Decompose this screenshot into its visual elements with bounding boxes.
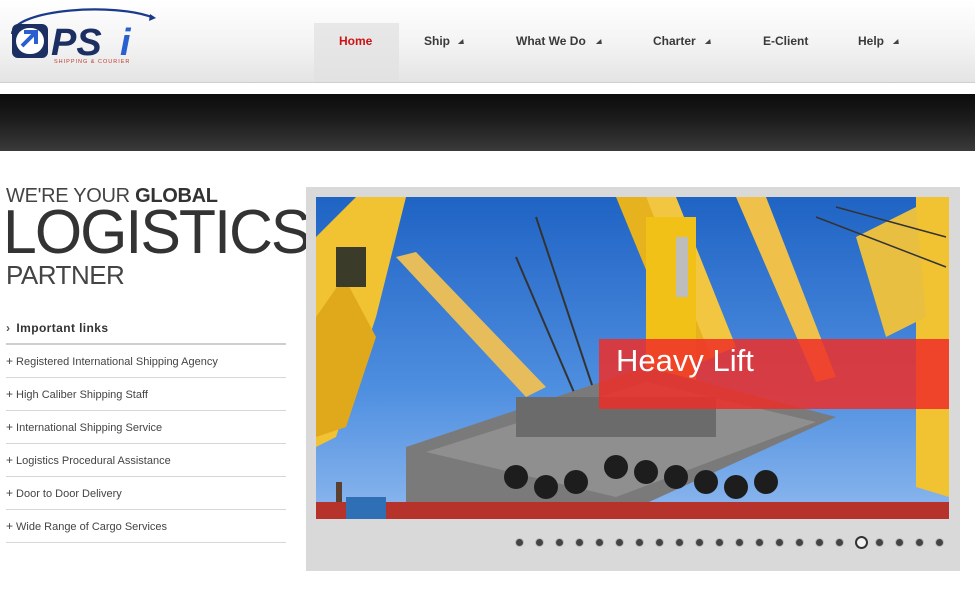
nav-ship[interactable]: Ship: [412, 23, 482, 82]
plus-icon: +: [6, 519, 14, 533]
link-item[interactable]: + International Shipping Service: [6, 411, 286, 444]
logo-tagline: SHIPPING & COURIER: [54, 59, 130, 65]
link-label: Wide Range of Cargo Services: [16, 521, 168, 533]
slider-dot[interactable]: [636, 539, 643, 546]
slider-dot[interactable]: [736, 539, 743, 546]
plus-icon: +: [6, 387, 14, 401]
link-item[interactable]: + Registered International Shipping Agenc…: [6, 345, 286, 378]
link-item[interactable]: + Logistics Procedural Assistance: [6, 444, 286, 477]
slider-dot[interactable]: [776, 539, 783, 546]
link-item[interactable]: + Wide Range of Cargo Services: [6, 510, 286, 543]
links-heading: › Important links: [6, 316, 286, 345]
link-label: Logistics Procedural Assistance: [16, 455, 171, 467]
slider-dot[interactable]: [716, 539, 723, 546]
slider-dot[interactable]: [616, 539, 623, 546]
nav-e-client[interactable]: E-Client: [751, 23, 831, 82]
link-label: High Caliber Shipping Staff: [16, 389, 148, 401]
dropdown-arrow-icon: [595, 39, 605, 44]
slider-dot[interactable]: [936, 539, 943, 546]
dropdown-arrow-icon: [457, 39, 467, 44]
nav-what-we-do-label: What We Do: [516, 34, 586, 48]
slide-caption: Heavy Lift: [616, 343, 754, 378]
slider-dot[interactable]: [916, 539, 923, 546]
important-links: › Important links + Registered Internation…: [6, 316, 286, 543]
nav-what-we-do[interactable]: What We Do: [504, 23, 614, 82]
tagline-partner: PARTNER: [6, 260, 125, 290]
slider-dot[interactable]: [576, 539, 583, 546]
slider-dot-active[interactable]: [855, 536, 868, 549]
slider-dot[interactable]: [816, 539, 823, 546]
slider-dot[interactable]: [536, 539, 543, 546]
link-item[interactable]: + Door to Door Delivery: [6, 477, 286, 510]
nav-home-label: Home: [339, 34, 373, 48]
nav-ship-label: Ship: [424, 34, 450, 48]
links-heading-label: Important links: [16, 321, 109, 335]
link-label: Registered International Shipping Agency: [16, 356, 218, 368]
dark-banner: [0, 94, 975, 151]
nav-charter[interactable]: Charter: [641, 23, 731, 82]
slider-dot[interactable]: [596, 539, 603, 546]
slider-dot[interactable]: [656, 539, 663, 546]
slider-dot[interactable]: [696, 539, 703, 546]
site-header: PS i SHIPPING & COURIER Home Ship What W…: [0, 0, 975, 83]
slider-dot[interactable]: [896, 539, 903, 546]
slider-dot[interactable]: [756, 539, 763, 546]
link-label: International Shipping Service: [16, 422, 163, 434]
plus-icon: +: [6, 420, 14, 434]
plus-icon: +: [6, 453, 14, 467]
svg-text:i: i: [120, 22, 132, 64]
nav-home[interactable]: Home: [314, 23, 399, 82]
slider-dot[interactable]: [516, 539, 523, 546]
plus-icon: +: [6, 354, 14, 368]
slider-dot[interactable]: [796, 539, 803, 546]
svg-text:PS: PS: [51, 22, 102, 64]
chevron-right-icon: ›: [6, 321, 11, 335]
tagline-logistics: LOGISTICS: [3, 198, 311, 267]
nav-e-client-label: E-Client: [763, 34, 809, 48]
dropdown-arrow-icon: [704, 39, 714, 44]
link-label: Door to Door Delivery: [16, 488, 122, 500]
nav-charter-label: Charter: [653, 34, 696, 48]
slider-dot[interactable]: [836, 539, 843, 546]
nav-help-label: Help: [858, 34, 885, 48]
link-item[interactable]: + High Caliber Shipping Staff: [6, 378, 286, 411]
plus-icon: +: [6, 486, 14, 500]
slider-dot[interactable]: [876, 539, 883, 546]
slider-dot[interactable]: [676, 539, 683, 546]
nav-help[interactable]: Help: [846, 23, 916, 82]
dropdown-arrow-icon: [892, 39, 902, 44]
psi-logo[interactable]: PS i SHIPPING & COURIER: [6, 4, 156, 66]
slider-dot[interactable]: [556, 539, 563, 546]
